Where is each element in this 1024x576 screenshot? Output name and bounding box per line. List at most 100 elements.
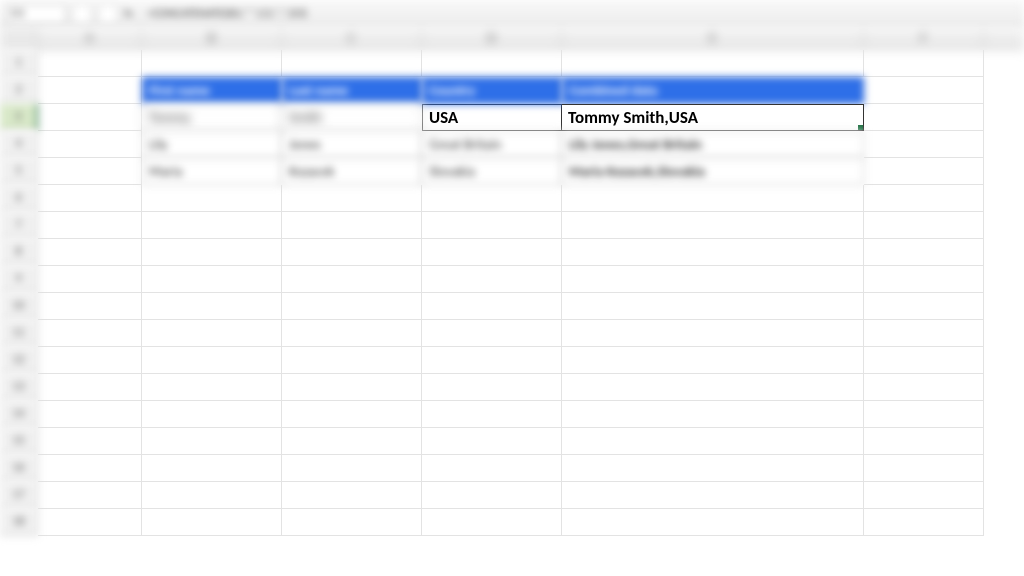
- cell[interactable]: [562, 185, 864, 212]
- table-header-first-name[interactable]: First name: [142, 77, 282, 104]
- cell[interactable]: [864, 428, 984, 455]
- cell[interactable]: [142, 428, 282, 455]
- cell[interactable]: [142, 266, 282, 293]
- cell[interactable]: [142, 347, 282, 374]
- cell[interactable]: [282, 401, 422, 428]
- cell[interactable]: [864, 50, 984, 77]
- cell[interactable]: [864, 131, 984, 158]
- cell[interactable]: [142, 374, 282, 401]
- cell[interactable]: [864, 320, 984, 347]
- cell-country[interactable]: Great Britain: [422, 131, 562, 158]
- cell[interactable]: [422, 428, 562, 455]
- cell[interactable]: [864, 455, 984, 482]
- cell[interactable]: [562, 374, 864, 401]
- cell-last-name[interactable]: Jones: [282, 131, 422, 158]
- cell-last-name[interactable]: Kozacek: [282, 158, 422, 185]
- cell[interactable]: [562, 293, 864, 320]
- cell[interactable]: [142, 185, 282, 212]
- cell[interactable]: [282, 347, 422, 374]
- cell-combined[interactable]: Tommy Smith,USA: [562, 104, 864, 131]
- cell[interactable]: [38, 482, 142, 509]
- name-box[interactable]: D3: [6, 4, 66, 24]
- cell[interactable]: [38, 455, 142, 482]
- cell[interactable]: [142, 320, 282, 347]
- cell[interactable]: [422, 401, 562, 428]
- table-header-combined[interactable]: Combined data: [562, 77, 864, 104]
- cell[interactable]: [142, 293, 282, 320]
- cell[interactable]: [422, 482, 562, 509]
- cell[interactable]: [422, 374, 562, 401]
- cell[interactable]: [422, 185, 562, 212]
- cell[interactable]: [142, 212, 282, 239]
- cell[interactable]: [562, 239, 864, 266]
- cell-first-name[interactable]: Lily: [142, 131, 282, 158]
- fx-icon[interactable]: fx: [124, 7, 133, 21]
- cell[interactable]: [38, 77, 142, 104]
- col-header[interactable]: E: [562, 28, 864, 49]
- cell-country[interactable]: USA: [422, 104, 562, 131]
- cell[interactable]: [864, 158, 984, 185]
- cell[interactable]: [142, 509, 282, 536]
- cell[interactable]: [142, 401, 282, 428]
- row-header[interactable]: 11: [0, 320, 38, 347]
- select-all-corner[interactable]: [0, 28, 38, 49]
- cell[interactable]: [142, 50, 282, 77]
- cell[interactable]: [562, 347, 864, 374]
- row-header[interactable]: 12: [0, 347, 38, 374]
- row-header[interactable]: 7: [0, 212, 38, 239]
- cell[interactable]: [864, 293, 984, 320]
- cell[interactable]: [38, 293, 142, 320]
- cell[interactable]: [562, 509, 864, 536]
- cell[interactable]: [562, 212, 864, 239]
- cell[interactable]: [282, 428, 422, 455]
- cell[interactable]: [38, 212, 142, 239]
- cell[interactable]: [864, 482, 984, 509]
- cell[interactable]: [282, 455, 422, 482]
- cell[interactable]: [864, 185, 984, 212]
- table-header-country[interactable]: Country: [422, 77, 562, 104]
- cell[interactable]: [38, 158, 142, 185]
- row-header[interactable]: 10: [0, 293, 38, 320]
- cell[interactable]: [282, 185, 422, 212]
- cell[interactable]: [864, 104, 984, 131]
- row-header[interactable]: 16: [0, 455, 38, 482]
- cell[interactable]: [38, 185, 142, 212]
- col-header[interactable]: F: [864, 28, 984, 49]
- cell-country[interactable]: Slovakia: [422, 158, 562, 185]
- cell[interactable]: [562, 401, 864, 428]
- cell[interactable]: [864, 509, 984, 536]
- cell[interactable]: [282, 266, 422, 293]
- row-header[interactable]: 5: [0, 158, 38, 185]
- cell[interactable]: [422, 239, 562, 266]
- table-header-last-name[interactable]: Last name: [282, 77, 422, 104]
- cell[interactable]: [422, 266, 562, 293]
- cell[interactable]: [282, 239, 422, 266]
- cell[interactable]: [38, 374, 142, 401]
- cell[interactable]: [562, 428, 864, 455]
- col-header[interactable]: B: [142, 28, 282, 49]
- cancel-icon[interactable]: [72, 4, 92, 24]
- cell[interactable]: [864, 401, 984, 428]
- cell[interactable]: [38, 428, 142, 455]
- spreadsheet-grid[interactable]: 1 2 First name Last name Country Combine…: [0, 50, 1024, 536]
- cell[interactable]: [38, 131, 142, 158]
- cell[interactable]: [38, 50, 142, 77]
- cell-last-name[interactable]: Smith: [282, 104, 422, 131]
- col-header[interactable]: D: [422, 28, 562, 49]
- formula-input[interactable]: =CONCATENATE(B3," ",C3,",",D3): [139, 7, 1018, 21]
- cell[interactable]: [282, 374, 422, 401]
- cell[interactable]: [142, 455, 282, 482]
- accept-icon[interactable]: [98, 4, 118, 24]
- row-header[interactable]: 9: [0, 266, 38, 293]
- cell[interactable]: [38, 509, 142, 536]
- row-header[interactable]: 14: [0, 401, 38, 428]
- cell[interactable]: [422, 509, 562, 536]
- col-header[interactable]: A: [38, 28, 142, 49]
- cell-combined[interactable]: Lily Jones,Great Britain: [562, 131, 864, 158]
- cell[interactable]: [38, 320, 142, 347]
- cell[interactable]: [864, 266, 984, 293]
- cell[interactable]: [142, 482, 282, 509]
- col-header[interactable]: C: [282, 28, 422, 49]
- cell[interactable]: [864, 374, 984, 401]
- cell[interactable]: [38, 347, 142, 374]
